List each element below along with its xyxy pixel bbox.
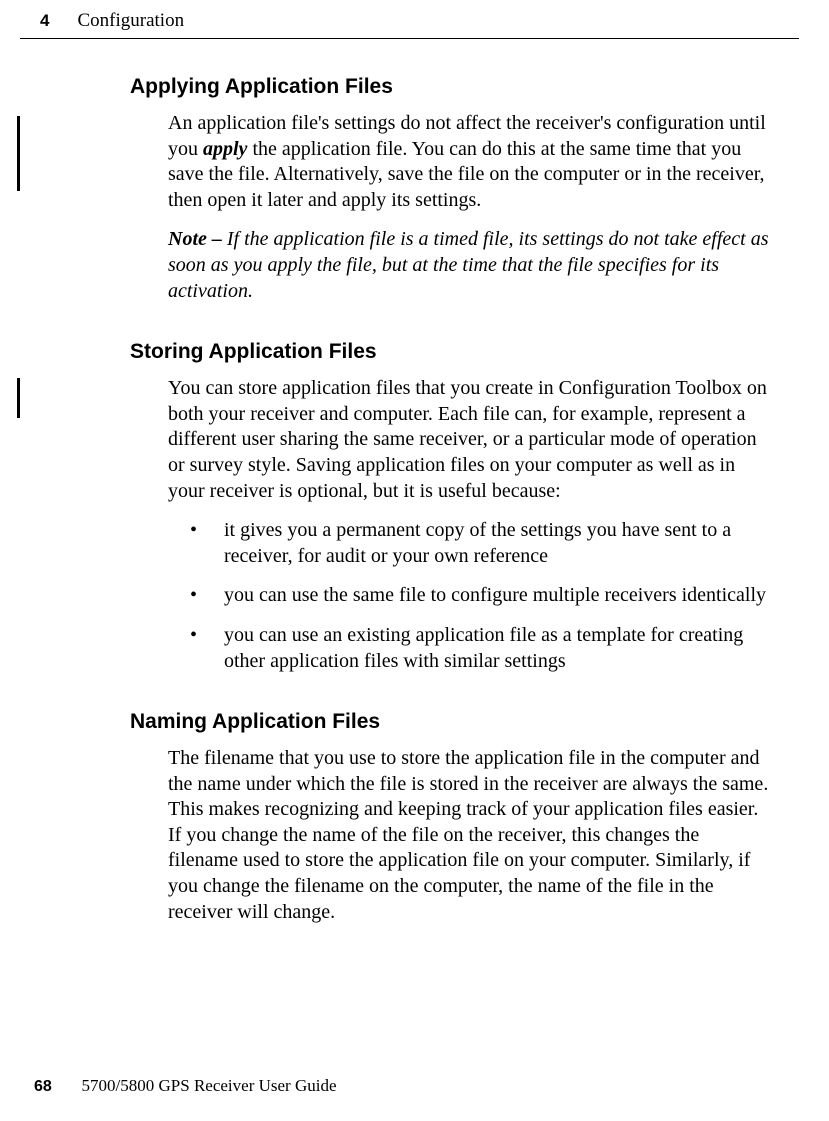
heading-naming: Naming Application Files: [130, 710, 774, 734]
note-body: If the application file is a timed file,…: [168, 228, 768, 301]
emphasis-apply: apply: [203, 138, 247, 160]
paragraph-naming: The filename that you use to store the a…: [130, 746, 774, 925]
chapter-title: Configuration: [77, 10, 184, 32]
change-bar: [17, 378, 20, 418]
chapter-number: 4: [40, 11, 49, 31]
bullet-list-storing: it gives you a permanent copy of the set…: [130, 518, 774, 674]
text-fragment: the application file. You can do this at…: [168, 138, 765, 211]
list-item: you can use the same file to configure m…: [190, 583, 774, 609]
paragraph-applying: An application file's settings do not af…: [130, 111, 774, 213]
heading-applying: Applying Application Files: [130, 75, 774, 99]
footer-spacer: [56, 1076, 77, 1095]
note-applying: Note – If the application file is a time…: [130, 227, 774, 304]
list-item: you can use an existing application file…: [190, 623, 774, 674]
guide-title: 5700/5800 GPS Receiver User Guide: [82, 1076, 337, 1095]
page-header: 4 Configuration: [20, 0, 799, 39]
paragraph-storing: You can store application files that you…: [130, 376, 774, 504]
note-lead: Note –: [168, 228, 227, 250]
page-footer: 68 5700/5800 GPS Receiver User Guide: [34, 1076, 337, 1096]
heading-storing: Storing Application Files: [130, 340, 774, 364]
change-bar: [17, 116, 20, 191]
page-number: 68: [34, 1078, 52, 1095]
list-item: it gives you a permanent copy of the set…: [190, 518, 774, 569]
page-content: Applying Application Files An applicatio…: [0, 75, 829, 925]
